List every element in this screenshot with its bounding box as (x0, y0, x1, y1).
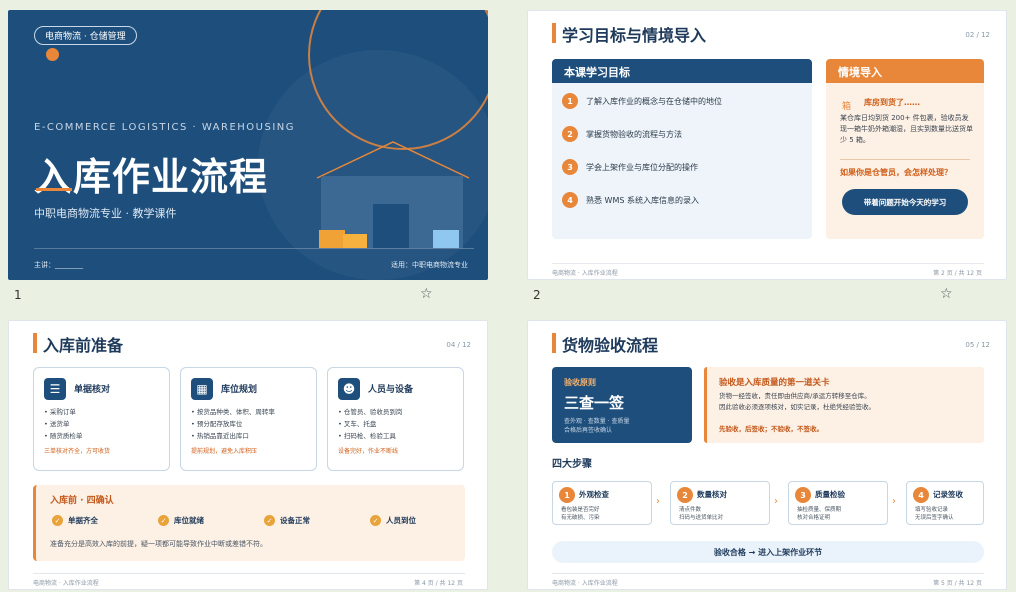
goal-item: 1 了解入库作业的概念与在仓储中的地位 (562, 93, 722, 109)
slide-thumbnail-1[interactable]: 电商物流 · 仓储管理 E-COMMERCE LOGISTICS · WAREH… (8, 10, 488, 280)
slide-title: 入库前准备 (43, 336, 124, 355)
presenter-label: 主讲：________ (34, 261, 83, 269)
card-item: • 按货品种类、体积、周转率 (191, 408, 275, 416)
principle-panel: 验收原则 三查一签 查外观 · 查数量 · 查质量 合格后再签收确认 (552, 367, 692, 443)
slide-tag: 电商物流 · 仓储管理 (34, 26, 137, 45)
scenario-panel: 情境导入 箱 库房到货了…… 某仓库日均到货 200+ 件包裹，验收员发现一箱牛… (826, 59, 984, 239)
card-item: • 送货单 (44, 420, 70, 428)
principle-title: 三查一签 (564, 394, 625, 412)
card-item: • 热销品靠近出库口 (191, 432, 249, 440)
title-accent-bar (552, 333, 556, 353)
slide-subtitle: 中职电商物流专业 · 教学课件 (34, 207, 177, 220)
prep-card-staff: ☻ 人员与设备 • 仓管员、验收员到岗 • 叉车、托盘 • 扫码枪、检验工具 设… (327, 367, 464, 471)
title-underline (36, 188, 72, 191)
card-item: • 扫码枪、检验工具 (338, 432, 396, 440)
check-icon: ✓ (52, 515, 63, 526)
card-title: 单据核对 (74, 385, 111, 395)
scenario-text: 某仓库日均到货 200+ 件包裹，验收员发现一箱牛奶外箱潮湿，且实到数量比送货单… (840, 114, 973, 144)
grid-icon: ▦ (191, 378, 213, 400)
footer-page: 第 2 页 / 共 12 页 (933, 270, 982, 277)
card-item: • 采购订单 (44, 408, 76, 416)
quality-title: 验收是入库质量的第一道关卡 (719, 378, 830, 388)
goal-item: 4 熟悉 WMS 系统入库信息的录入 (562, 192, 699, 208)
four-confirm-panel: 入库前 · 四确认 ✓ 单据齐全 ✓ 库位就绪 ✓ 设备正常 ✓ 人员到位 准备充分是高… (33, 485, 465, 561)
slide-thumbnail-4[interactable]: 货物验收流程 05 / 12 验收原则 三查一签 查外观 · 查数量 · 查质量… (527, 320, 1007, 590)
learning-goals-panel: 本课学习目标 1 了解入库作业的概念与在仓储中的地位 2 掌握货物验收的流程与方法 … (552, 59, 812, 239)
title-accent-bar (552, 23, 556, 43)
confirm-title: 入库前 · 四确认 (50, 496, 114, 506)
card-note: 设备完好，作业不断线 (338, 448, 399, 455)
card-item: • 仓管员、验收员到岗 (338, 408, 403, 416)
slide-title: 入库作业流程 (34, 155, 269, 199)
title-accent-bar (33, 333, 37, 353)
person-icon: ☻ (338, 378, 360, 400)
principle-label: 验收原则 (564, 378, 596, 387)
pass-banner: 验收合格 → 进入上架作业环节 (552, 541, 984, 563)
footer-course: 电商物流 · 入库作业流程 (552, 270, 618, 277)
box-icon: 箱 (842, 102, 852, 112)
steps-title: 四大步骤 (552, 459, 592, 470)
card-item: • 叉车、托盘 (338, 420, 377, 428)
check-icon: ✓ (158, 515, 169, 526)
goals-header: 本课学习目标 (552, 59, 812, 83)
step-card: 2 数量核对 清点件数 扫码与送货单比对 (670, 481, 770, 525)
card-note: 提前规划，避免入库积压 (191, 448, 258, 455)
slide-number-1: 1 (14, 288, 22, 302)
prep-card-documents: ☰ 单据核对 • 采购订单 • 送货单 • 随货质检单 三单核对齐全，方可收货 (33, 367, 170, 471)
audience-label: 适用：中职电商物流专业 (391, 261, 468, 269)
footer-page: 第 4 页 / 共 12 页 (414, 580, 463, 587)
quality-desc: 货物一经签收，责任即由供应商/承运方转移至仓库。 因此验收必须逐项核对，如实记录… (719, 392, 875, 411)
prep-card-location: ▦ 库位规划 • 按货品种类、体积、周转率 • 预分配存放库位 • 热销品靠近出… (180, 367, 317, 471)
card-note: 三单核对齐全，方可收货 (44, 448, 111, 455)
check-icon: ✓ (370, 515, 381, 526)
chevron-right-icon: › (774, 496, 778, 507)
footer-divider (33, 573, 465, 574)
footer-divider (552, 573, 984, 574)
quality-warning: 先验收，后签收；不验收，不签收。 (719, 425, 823, 433)
slide-title: 学习目标与情境导入 (562, 26, 707, 45)
card-title: 人员与设备 (368, 385, 414, 395)
scenario-heading: 库房到货了…… (864, 98, 920, 107)
footer-course: 电商物流 · 入库作业流程 (552, 580, 618, 587)
scenario-header: 情境导入 (826, 59, 984, 83)
goal-item: 3 学会上架作业与库位分配的操作 (562, 159, 698, 175)
page-number: 05 / 12 (965, 341, 990, 349)
slide-title: 货物验收流程 (562, 336, 659, 355)
step-card: 4 记录签收 填写验收记录 无误后签字确认 (906, 481, 984, 525)
card-item: • 预分配存放库位 (191, 420, 243, 428)
principle-desc: 查外观 · 查数量 · 查质量 合格后再签收确认 (564, 418, 630, 434)
check-item: ✓ 设备正常 (264, 515, 310, 526)
goal-item: 2 掌握货物验收的流程与方法 (562, 126, 682, 142)
chevron-right-icon: › (892, 496, 896, 507)
card-title: 库位规划 (221, 385, 258, 395)
page-number: 04 / 12 (446, 341, 471, 349)
check-item: ✓ 库位就绪 (158, 515, 204, 526)
start-learning-button[interactable]: 带着问题开始今天的学习 (842, 189, 968, 215)
scenario-question: 如果你是仓管员，会怎样处理？ (840, 168, 952, 177)
check-icon: ✓ (264, 515, 275, 526)
page-number: 02 / 12 (965, 31, 990, 39)
slide-thumbnail-3[interactable]: 入库前准备 04 / 12 ☰ 单据核对 • 采购订单 • 送货单 • 随货质检… (8, 320, 488, 590)
slide-number-2: 2 (533, 288, 541, 302)
decorative-dot (46, 48, 59, 61)
slide-thumbnail-2[interactable]: 学习目标与情境导入 02 / 12 本课学习目标 1 了解入库作业的概念与在仓储中… (527, 10, 1007, 280)
step-card: 3 质量检验 抽检质量、保质期 核对合格证明 (788, 481, 888, 525)
footer-page: 第 5 页 / 共 12 页 (933, 580, 982, 587)
check-item: ✓ 人员到位 (370, 515, 416, 526)
card-item: • 随货质检单 (44, 432, 83, 440)
confirm-note: 准备充分是高效入库的前提，疑一项都可能导致作业中断或差错不符。 (50, 540, 267, 548)
star-icon[interactable]: ☆ (420, 286, 433, 302)
check-item: ✓ 单据齐全 (52, 515, 98, 526)
step-card: 1 外观检查 看包装是否完好 有无破损、污染 (552, 481, 652, 525)
star-icon[interactable]: ☆ (940, 286, 953, 302)
document-icon: ☰ (44, 378, 66, 400)
chevron-right-icon: › (656, 496, 660, 507)
warehouse-illustration (313, 138, 473, 248)
footer-divider (552, 263, 984, 264)
english-title: E-COMMERCE LOGISTICS · WAREHOUSING (34, 122, 296, 133)
divider (840, 159, 970, 160)
divider (34, 248, 474, 249)
footer-course: 电商物流 · 入库作业流程 (33, 580, 99, 587)
quality-panel: 验收是入库质量的第一道关卡 货物一经签收，责任即由供应商/承运方转移至仓库。 因… (704, 367, 984, 443)
